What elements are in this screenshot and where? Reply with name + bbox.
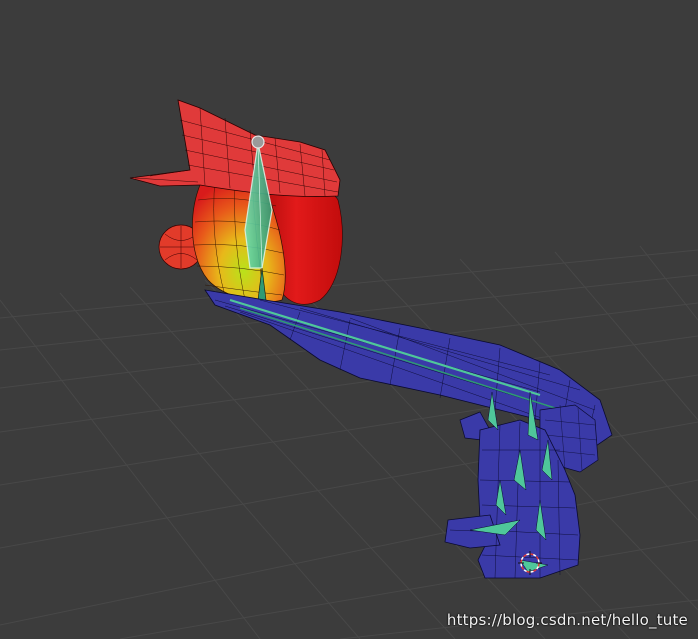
watermark-text: https://blog.csdn.net/hello_tute (446, 611, 688, 629)
hat-mesh (129, 99, 341, 197)
3d-viewport[interactable]: https://blog.csdn.net/hello_tute (0, 0, 698, 639)
bone-head-circle-icon[interactable] (251, 135, 265, 149)
viewport-canvas[interactable] (0, 0, 698, 639)
